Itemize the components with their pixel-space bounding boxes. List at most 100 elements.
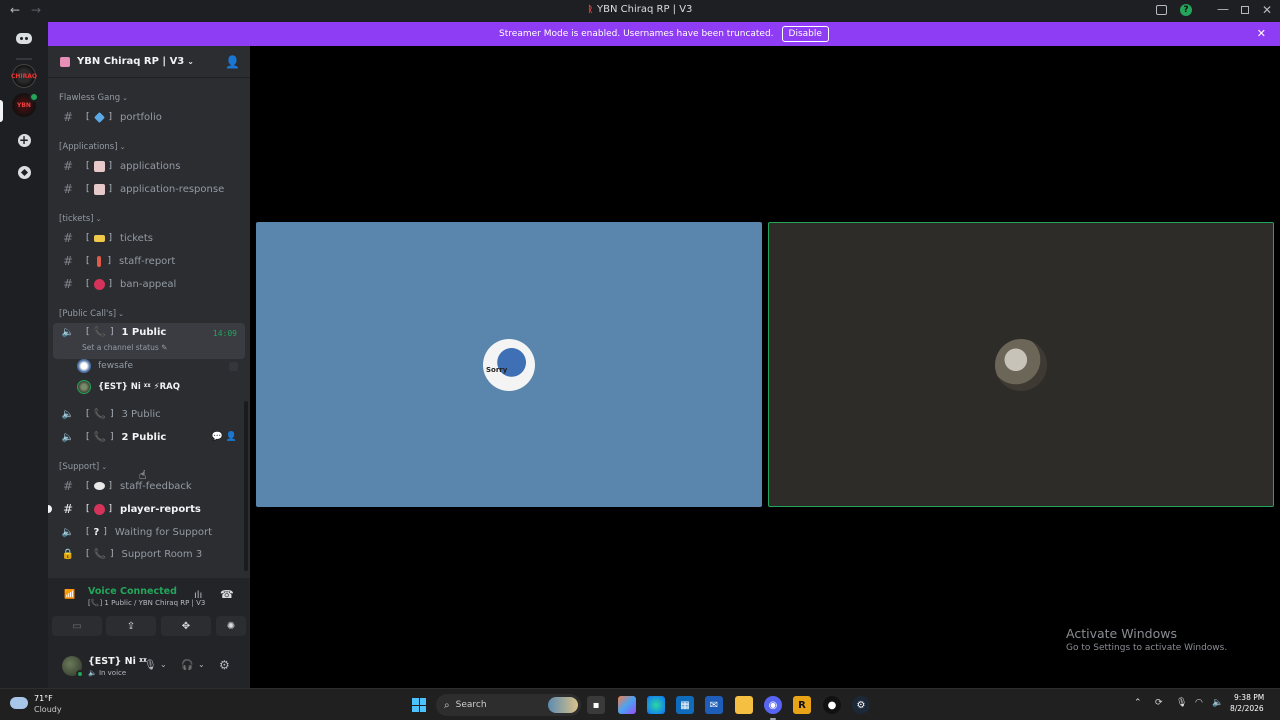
- clock-date[interactable]: 8/2/2026: [1230, 704, 1264, 713]
- gem-emoji-icon: [93, 111, 105, 123]
- signal-strength-icon[interactable]: 📶: [64, 590, 75, 600]
- chevron-down-icon[interactable]: ⌄: [160, 660, 167, 669]
- inbox-icon[interactable]: [1156, 5, 1167, 15]
- participant-tile-fewsafe[interactable]: Sorry: [256, 222, 762, 507]
- server-icon-chiraq[interactable]: CHIRAQ: [11, 64, 37, 88]
- disconnect-icon[interactable]: ☎: [220, 588, 234, 601]
- category-support[interactable]: [Support] ⌄: [59, 462, 107, 472]
- close-banner-icon[interactable]: ✕: [1257, 27, 1266, 40]
- channel-staff-feedback[interactable]: #[] staff-feedback: [53, 476, 245, 496]
- phone-emoji-icon: 📞: [93, 431, 106, 443]
- rockstar-icon[interactable]: R: [793, 696, 811, 714]
- chevron-up-icon[interactable]: ⌃: [1134, 698, 1142, 708]
- weather-condition[interactable]: Cloudy: [34, 705, 62, 714]
- user-activity-icon: [229, 362, 238, 371]
- sync-icon[interactable]: ⟳: [1155, 698, 1163, 708]
- file-explorer-icon[interactable]: [735, 696, 753, 714]
- edge-icon[interactable]: [647, 696, 665, 714]
- current-username[interactable]: {EST} Ni ᵡᵡ: [88, 656, 147, 667]
- voice-channel-path[interactable]: [📞] 1 Public / YBN Chiraq RP | V3: [88, 599, 205, 607]
- speaker-icon: 🔈: [61, 408, 75, 420]
- red-circle-emoji-icon: [93, 503, 105, 515]
- search-placeholder: Search: [455, 700, 487, 710]
- avatar[interactable]: [62, 656, 84, 678]
- selected-server-indicator: [0, 100, 3, 122]
- screen-share-icon: ⇪: [126, 620, 136, 632]
- copilot-icon[interactable]: [618, 696, 636, 714]
- voice-channel-2-public[interactable]: 🔈[📞] 2 Public 💬 👤: [53, 427, 245, 447]
- current-user-status: 🔈 In voice: [88, 669, 127, 677]
- participant-tile-speaking[interactable]: [768, 222, 1274, 507]
- channel-ban-appeal[interactable]: #[] ban-appeal: [53, 274, 245, 294]
- camera-off-icon: ▭: [72, 620, 82, 632]
- search-highlight-image: [548, 697, 578, 713]
- voice-channel-1-public[interactable]: 🔈[📞] 1 Public 14:09 Set a channel status …: [53, 323, 245, 359]
- volume-icon[interactable]: 🔈: [1212, 698, 1223, 708]
- category-tickets[interactable]: [tickets] ⌄: [59, 214, 102, 224]
- lock-icon: 🔒: [61, 548, 75, 560]
- outlook-icon[interactable]: ✉: [705, 696, 723, 714]
- taskbar-search[interactable]: ⌕ Search: [436, 694, 581, 716]
- server-icon-ybn[interactable]: YBN: [12, 92, 39, 117]
- channel-name: ban-appeal: [120, 278, 177, 290]
- channel-name: Support Room 3: [121, 548, 203, 560]
- help-icon[interactable]: ?: [1180, 4, 1192, 16]
- activities-button[interactable]: ✥: [161, 616, 211, 636]
- voice-connected-label[interactable]: Voice Connected: [88, 586, 177, 597]
- store-icon[interactable]: ▦: [676, 696, 694, 714]
- direct-messages-button[interactable]: [12, 26, 36, 50]
- gear-icon[interactable]: ⚙: [219, 658, 230, 672]
- category-public-calls[interactable]: [Public Call's] ⌄: [59, 309, 124, 319]
- weather-temp[interactable]: 71°F: [34, 694, 53, 703]
- sidebar-scrollbar[interactable]: [244, 401, 248, 571]
- noise-suppression-icon[interactable]: ılı: [194, 590, 202, 601]
- channel-application-response[interactable]: #[] application-response: [53, 179, 245, 199]
- chat-and-invite-icons[interactable]: 💬 👤: [212, 432, 237, 442]
- camera-button[interactable]: ▭: [52, 616, 102, 636]
- voice-channel-waiting-support[interactable]: 🔈[?] Waiting for Support: [53, 522, 245, 542]
- channel-portfolio[interactable]: #[] portfolio: [53, 107, 245, 127]
- weather-cloud-icon[interactable]: [10, 697, 28, 709]
- discord-taskbar-icon[interactable]: ◉: [764, 696, 782, 714]
- steam-icon[interactable]: ⚙: [852, 696, 870, 714]
- start-button[interactable]: [410, 696, 428, 714]
- streamer-mode-banner: Streamer Mode is enabled. Usernames have…: [48, 22, 1280, 46]
- voice-channel-support-room-3[interactable]: 🔒[📞] Support Room 3: [53, 544, 245, 564]
- soundboard-button[interactable]: ✺: [216, 616, 246, 636]
- voice-user-est-ni[interactable]: {EST} Ni ᵡᵡ ⚡RAQ: [77, 378, 180, 396]
- close-window-icon[interactable]: ✕: [1262, 3, 1272, 17]
- channel-status-prompt[interactable]: Set a channel status ✎: [82, 343, 167, 352]
- microphone-icon[interactable]: 🎙: [1176, 698, 1187, 708]
- server-header[interactable]: YBN Chiraq RP | V3 ⌄ 👤: [48, 46, 250, 78]
- question-emoji-icon: ?: [93, 526, 100, 538]
- voice-channel-3-public[interactable]: 🔈[📞] 3 Public: [53, 404, 245, 424]
- channel-player-reports[interactable]: #[] player-reports: [53, 499, 245, 519]
- clock-time[interactable]: 9:38 PM: [1234, 693, 1264, 702]
- channel-name: portfolio: [120, 111, 162, 123]
- invite-people-icon[interactable]: 👤: [225, 55, 240, 69]
- chevron-down-icon: ⌄: [122, 94, 129, 102]
- online-status-icon: [76, 670, 84, 678]
- disable-streamer-button[interactable]: Disable: [781, 26, 829, 42]
- chevron-down-icon[interactable]: ⌄: [198, 660, 205, 669]
- window-titlebar: ← → ᚱ YBN Chiraq RP | V3 ? — ✕: [0, 0, 1280, 22]
- maximize-icon[interactable]: [1241, 6, 1249, 14]
- task-view-icon[interactable]: ▪: [587, 696, 605, 714]
- phone-emoji-icon: 📞: [93, 548, 106, 560]
- unread-indicator: [48, 505, 52, 513]
- channel-applications[interactable]: #[] applications: [53, 156, 245, 176]
- screen-share-button[interactable]: ⇪: [106, 616, 156, 636]
- category-applications[interactable]: [Applications] ⌄: [59, 142, 125, 152]
- add-server-button[interactable]: +: [12, 128, 36, 152]
- category-label: [tickets]: [59, 214, 94, 224]
- channel-tickets[interactable]: #[] tickets: [53, 228, 245, 248]
- discover-button[interactable]: [12, 160, 36, 184]
- github-icon[interactable]: ●: [823, 696, 841, 714]
- category-flawless-gang[interactable]: Flawless Gang ⌄: [59, 93, 128, 103]
- wifi-icon[interactable]: ◠: [1195, 698, 1203, 708]
- headphones-icon[interactable]: 🎧: [181, 660, 193, 671]
- voice-user-fewsafe[interactable]: fewsafe: [77, 357, 133, 375]
- channel-staff-report[interactable]: #[] staff-report: [53, 251, 245, 271]
- minimize-icon[interactable]: —: [1217, 2, 1229, 16]
- microphone-icon[interactable]: 🎙: [144, 660, 157, 671]
